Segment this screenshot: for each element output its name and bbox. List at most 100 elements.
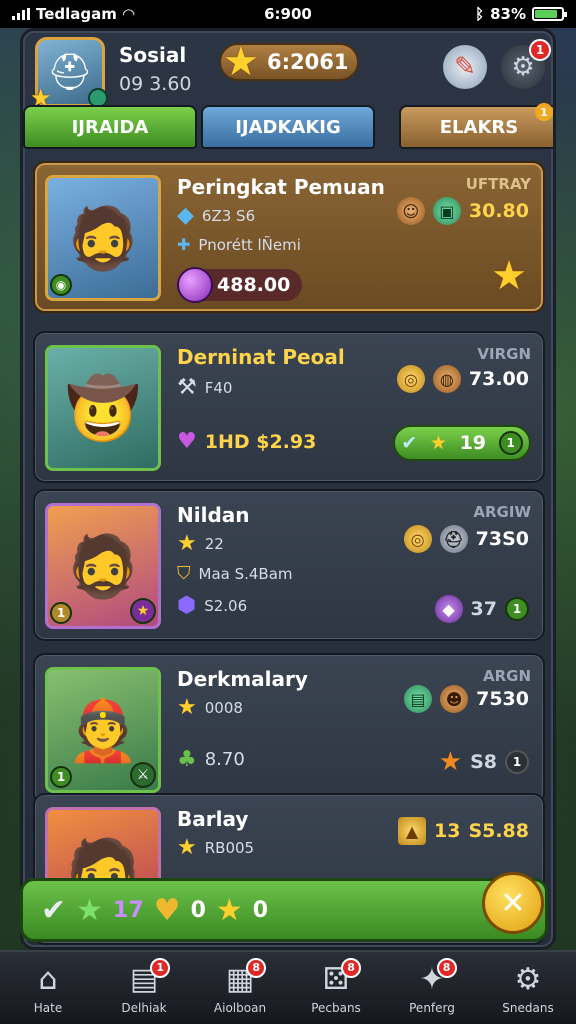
item-title: Peringkat Pemuan bbox=[177, 175, 385, 199]
hero-portrait: 🧔 1 ★ bbox=[45, 503, 161, 629]
diamond-icon: ◆ bbox=[177, 203, 194, 228]
leaderboard-panel: ⛑ ★ Sosial 09 3.60 ★ 6:2061 ✎ ⚙ 1 IJRAID… bbox=[20, 28, 556, 950]
character-icon: ☺ bbox=[396, 197, 425, 225]
level-badge: 1 bbox=[50, 602, 72, 624]
stat-row: ⚒ F40 bbox=[177, 375, 232, 400]
notification-badge: 8 bbox=[246, 957, 267, 978]
level-icon: 1 bbox=[505, 750, 529, 774]
nav-label: Hate bbox=[33, 1000, 63, 1015]
tab-label: ELAKRS bbox=[439, 116, 519, 138]
list-item[interactable]: 🤠 Derninat Peoal VIRGN ⚒ F40 ♥ 1HD $2.93… bbox=[33, 331, 545, 483]
nav-item-settings[interactable]: ⚙ Snedans bbox=[480, 952, 576, 1024]
level-badge: ◉ bbox=[50, 274, 72, 296]
item-tag: VIRGN bbox=[477, 345, 531, 363]
star-icon: ★ bbox=[130, 598, 156, 624]
star-icon: ★ bbox=[223, 39, 259, 85]
stat-row: ★ 0008 bbox=[177, 695, 243, 720]
nav-item-ranking[interactable]: ✦ 8 Penferg bbox=[384, 952, 480, 1024]
nav-label: Snedans bbox=[502, 1000, 554, 1015]
stat-row: ⛉ Maa S.4Bam bbox=[177, 563, 293, 584]
reward-row: 488.00 bbox=[177, 267, 303, 303]
item-tag: ARGIW bbox=[473, 503, 531, 521]
gear-icon: ⚙ bbox=[514, 961, 542, 997]
knight-helmet-icon: ⛑ bbox=[47, 52, 93, 93]
currency-value: 6:2061 bbox=[267, 50, 349, 74]
nav-item-games[interactable]: ⚄ 8 Pecbans bbox=[288, 952, 384, 1024]
clock: 6:900 bbox=[264, 5, 312, 23]
notification-badge: 1 bbox=[529, 39, 551, 61]
stat-row: ◆ 6Z3 S6 bbox=[177, 203, 255, 228]
star-icon: ★ bbox=[177, 695, 197, 720]
coin-icon: ◎ bbox=[396, 365, 425, 393]
item-count: 37 bbox=[470, 598, 497, 620]
battery-icon bbox=[532, 7, 567, 21]
list-item[interactable]: 👲 1 ⚔ Derkmalary ARGN ★ 0008 ♣ 8.70 ▤ ☻ … bbox=[33, 653, 545, 805]
orb-icon bbox=[177, 267, 213, 303]
explorer-icon: 👲 bbox=[65, 695, 141, 766]
item-extra-row: ◆ 37 1 bbox=[434, 595, 529, 623]
battery-percent: 83% bbox=[490, 5, 526, 23]
stat-value: 8.70 bbox=[204, 749, 245, 770]
bluetooth-icon: ᛒ bbox=[475, 5, 485, 23]
item-score: 73S0 bbox=[475, 528, 529, 550]
tab-1[interactable]: IJRAIDA bbox=[23, 105, 197, 149]
plus-icon: ✚ bbox=[177, 235, 191, 254]
nav-label: Delhiak bbox=[121, 1000, 167, 1015]
star-icon: ★ bbox=[76, 892, 104, 928]
heart-count: 0 bbox=[190, 897, 206, 923]
nav-item-tasks[interactable]: ▤ 1 Delhiak bbox=[96, 952, 192, 1024]
tools-icon: ⚒ bbox=[177, 375, 197, 400]
close-button[interactable]: ✕ bbox=[482, 872, 544, 934]
swords-icon: ⚔ bbox=[130, 762, 156, 788]
tab-2[interactable]: IJADKAKIG bbox=[201, 105, 375, 149]
nav-label: Penferg bbox=[409, 1000, 455, 1015]
action-bar[interactable]: ✔ ★ 17 ♥ 0 ★ 0 bbox=[20, 878, 548, 942]
player-score: 09 3.60 bbox=[119, 73, 192, 95]
hero-portrait: 👲 1 ⚔ bbox=[45, 667, 161, 793]
nav-label: Pecbans bbox=[311, 1000, 361, 1015]
stat-row: ★ RB005 bbox=[177, 835, 254, 860]
stat-row: ♥ 1HD $2.93 bbox=[177, 429, 316, 454]
list-item[interactable]: 🧔 ◉ Peringkat Pemuan UFTRAY ◆ 6Z3 S6 ✚ P… bbox=[33, 161, 545, 313]
goblin-icon: ☻ bbox=[440, 685, 469, 713]
stat-value: Pnorétt lÑemi bbox=[198, 235, 301, 254]
stat-value: 1HD $2.93 bbox=[204, 430, 317, 453]
edit-button[interactable]: ✎ bbox=[443, 45, 487, 89]
tab-bar: IJRAIDA IJADKAKIG ELAKRS 1 bbox=[23, 103, 553, 151]
stat-value: F40 bbox=[204, 378, 233, 397]
star-icon[interactable]: ★ bbox=[491, 253, 527, 299]
currency-counter[interactable]: ★ 6:2061 bbox=[219, 39, 359, 85]
notification-badge: 8 bbox=[436, 957, 457, 978]
nav-item-home[interactable]: ⌂ Hate bbox=[0, 952, 96, 1024]
claim-button[interactable]: ✔ ★ 19 1 bbox=[393, 425, 531, 461]
carrier-label: Tedlagam bbox=[36, 5, 117, 23]
heart-icon: ♥ bbox=[153, 892, 181, 928]
stat-row: ⬢ S2.06 bbox=[177, 593, 247, 618]
hero-portrait: 🧔 ◉ bbox=[45, 175, 161, 301]
nav-label: Aiolboan bbox=[213, 1000, 267, 1015]
item-score: 73.00 bbox=[468, 368, 529, 390]
stat-value: S2.06 bbox=[204, 596, 248, 615]
stat-row: ♣ 8.70 bbox=[177, 747, 245, 772]
item-score-row: ◎ ◍ 73.00 bbox=[396, 365, 529, 393]
pen-icon: ✎ bbox=[454, 52, 476, 82]
item-title: Barlay bbox=[177, 807, 249, 831]
check-icon: ✔ bbox=[401, 432, 418, 454]
tab-label: IJRAIDA bbox=[71, 116, 149, 138]
item-score: 30.80 bbox=[468, 200, 529, 222]
tab-3[interactable]: ELAKRS 1 bbox=[399, 103, 553, 149]
item-tag: ARGN bbox=[482, 667, 531, 685]
settings-button[interactable]: ⚙ 1 bbox=[501, 39, 551, 89]
item-title: Derkmalary bbox=[177, 667, 308, 691]
item-score-row: ◎ ⛑ 73S0 bbox=[403, 525, 529, 553]
star-icon: ★ bbox=[177, 835, 197, 860]
player-name: Sosial bbox=[119, 43, 187, 67]
tab-label: IJADKAKIG bbox=[235, 116, 341, 138]
star-icon: ★ bbox=[429, 432, 447, 454]
notification-badge: 8 bbox=[341, 957, 362, 978]
list-item[interactable]: 🧔 1 ★ Nildan ARGIW ★ 22 ⛉ Maa S.4Bam ⬢ S… bbox=[33, 489, 545, 641]
avatar[interactable]: ⛑ ★ bbox=[30, 37, 108, 112]
nav-item-collection[interactable]: ▦ 8 Aiolboan bbox=[192, 952, 288, 1024]
hero-portrait: 🤠 bbox=[45, 345, 161, 471]
adventurer-icon: 🤠 bbox=[65, 373, 141, 444]
